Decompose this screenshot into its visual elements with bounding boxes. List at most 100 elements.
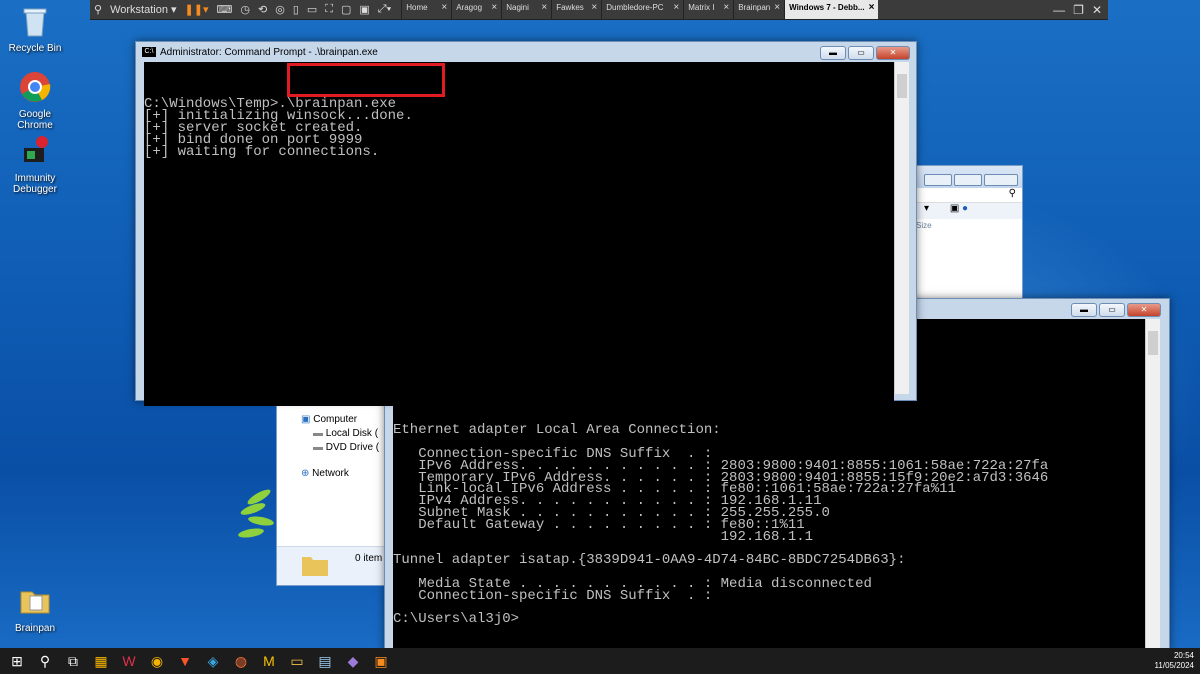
close-button[interactable]: ✕ bbox=[1127, 303, 1161, 317]
nav-network[interactable]: ⊕ Network bbox=[301, 467, 387, 481]
console-line: Ethernet adapter Local Area Connection: bbox=[393, 422, 721, 439]
pin-icon[interactable]: ⚲ bbox=[90, 3, 106, 16]
close-icon[interactable]: × bbox=[673, 3, 679, 13]
close-icon[interactable]: × bbox=[774, 3, 780, 13]
console-line: C:\Users\al3j0> bbox=[393, 611, 520, 628]
revert-snapshot-icon[interactable]: ⟲ bbox=[254, 3, 271, 16]
close-button[interactable] bbox=[984, 174, 1018, 186]
console-line: [+] waiting for connections. bbox=[144, 144, 380, 160]
folder-icon bbox=[20, 591, 50, 614]
scrollbar-thumb[interactable] bbox=[1148, 331, 1158, 355]
console-line: 192.168.1.1 bbox=[393, 528, 814, 545]
minimize-button[interactable]: ▬ bbox=[820, 46, 846, 60]
nav-dvd-drive[interactable]: ▬ DVD Drive ( bbox=[301, 441, 387, 455]
fullscreen-icon[interactable]: ⛶ bbox=[321, 3, 337, 16]
close-button[interactable]: ✕ bbox=[876, 46, 910, 60]
snapshot-icon[interactable]: ◷ bbox=[236, 3, 254, 16]
scrollbar-thumb[interactable] bbox=[897, 74, 907, 98]
desktop-icon-google-chrome[interactable]: Google Chrome bbox=[4, 70, 66, 131]
stretch-icon[interactable]: ⤢▾ bbox=[374, 3, 395, 16]
desktop-icon-recycle-bin[interactable]: Recycle Bin bbox=[4, 4, 66, 54]
maximize-button[interactable]: ▭ bbox=[848, 46, 874, 60]
tab-home[interactable]: Home × bbox=[401, 0, 451, 19]
app-blue-icon[interactable]: ◈ bbox=[202, 650, 224, 672]
snapshot-manager-icon[interactable]: ◎ bbox=[271, 3, 289, 16]
wps-icon[interactable]: W bbox=[118, 650, 140, 672]
nav-computer[interactable]: ▣ Computer bbox=[301, 413, 387, 427]
search-icon[interactable]: ⚲ bbox=[34, 650, 56, 672]
pause-icon[interactable]: ❚❚▾ bbox=[181, 3, 213, 16]
file-explorer-icon[interactable]: ▭ bbox=[286, 650, 308, 672]
view-sidebar-icon[interactable]: ▯ bbox=[289, 3, 303, 16]
maximize-button[interactable] bbox=[954, 174, 982, 186]
nav-local-disk[interactable]: ▬ Local Disk ( bbox=[301, 427, 387, 441]
wallpaper-logo bbox=[236, 485, 276, 545]
explorer-command-bar: ▾ ▣ ● bbox=[906, 203, 1022, 219]
store-icon[interactable]: ▦ bbox=[90, 650, 112, 672]
desktop-icon-label: Brainpan bbox=[14, 623, 56, 634]
vm-toolbar: ⚲ Workstation ▾ ❚❚▾ ⌨ ◷ ⟲ ◎ ▯ ▭ ⛶ ▢ ▣ ⤢▾… bbox=[90, 0, 1108, 20]
dvd-icon: ▬ bbox=[313, 442, 323, 453]
tab-dumbledore-pc[interactable]: Dumbledore-PC × bbox=[601, 0, 683, 19]
preview-pane-icon[interactable]: ▣ bbox=[950, 203, 959, 214]
cmd1-lines: C:\Windows\Temp>.\brainpan.exe [+] initia… bbox=[144, 97, 894, 160]
desktop-icon-immunity-debugger[interactable]: Immunity Debugger bbox=[4, 134, 66, 195]
maximize-button[interactable]: ▭ bbox=[1099, 303, 1125, 317]
debugger-icon bbox=[24, 136, 48, 162]
cmd-window-brainpan: C:\ Administrator: Command Prompt - .\br… bbox=[135, 41, 917, 406]
tab-brainpan[interactable]: Brainpan × bbox=[733, 0, 784, 19]
send-keys-icon[interactable]: ⌨ bbox=[212, 3, 236, 16]
obsidian-icon[interactable]: ◆ bbox=[342, 650, 364, 672]
close-icon[interactable]: × bbox=[723, 3, 729, 13]
help-icon[interactable]: ● bbox=[962, 203, 968, 214]
folder-icon bbox=[302, 557, 328, 576]
network-icon: ⊕ bbox=[301, 468, 310, 479]
close-icon[interactable]: × bbox=[869, 3, 875, 13]
close-icon[interactable]: × bbox=[541, 3, 547, 13]
task-view-icon[interactable]: ⧉ bbox=[62, 650, 84, 672]
minimize-button[interactable]: ▬ bbox=[1071, 303, 1097, 317]
chrome-taskbar-icon[interactable]: ◉ bbox=[146, 650, 168, 672]
computer-icon: ▣ bbox=[301, 414, 311, 425]
m-app-icon[interactable]: M bbox=[258, 650, 280, 672]
unity-icon[interactable]: ▢ bbox=[337, 3, 355, 16]
cmd1-scrollbar[interactable] bbox=[894, 62, 909, 394]
item-count: 0 item bbox=[355, 553, 383, 564]
view-thumbnail-icon[interactable]: ▭ bbox=[303, 3, 321, 16]
brave-icon[interactable]: ▼ bbox=[174, 650, 196, 672]
search-icon[interactable]: ⚲ bbox=[906, 188, 1022, 203]
column-header-size[interactable]: Size bbox=[906, 219, 1022, 232]
tab-windows-7[interactable]: Windows 7 - Debb... × bbox=[784, 0, 879, 19]
clock-time: 20:54 bbox=[1173, 651, 1194, 660]
notepad-icon[interactable]: ▤ bbox=[314, 650, 336, 672]
close-icon[interactable]: × bbox=[441, 3, 447, 13]
cmd1-title-buttons: ▬ ▭ ✕ bbox=[820, 46, 910, 60]
tab-nagini[interactable]: Nagini × bbox=[501, 0, 551, 19]
recycle-bin-icon bbox=[23, 8, 47, 37]
tab-fawkes[interactable]: Fawkes × bbox=[551, 0, 601, 19]
clock[interactable]: 20:54 11/05/2024 bbox=[1155, 651, 1194, 671]
clock-date: 11/05/2024 bbox=[1154, 661, 1194, 670]
cmd1-output[interactable]: C:\Windows\Temp>.\brainpan.exe [+] initia… bbox=[144, 62, 894, 406]
workstation-menu[interactable]: Workstation ▾ bbox=[106, 3, 180, 16]
disk-icon: ▬ bbox=[313, 428, 323, 439]
desktop-icon-label: Immunity Debugger bbox=[13, 173, 57, 195]
desktop-icon-label: Google Chrome bbox=[17, 109, 53, 131]
close-icon[interactable]: × bbox=[491, 3, 497, 13]
close-icon[interactable]: ✕ bbox=[1092, 3, 1102, 17]
tab-aragog[interactable]: Aragog × bbox=[451, 0, 501, 19]
tab-matrix-i[interactable]: Matrix I × bbox=[683, 0, 733, 19]
minimize-button[interactable] bbox=[924, 174, 952, 186]
start-button[interactable]: ⊞ bbox=[6, 650, 28, 672]
minimize-icon[interactable]: — bbox=[1053, 3, 1065, 17]
console-line: Connection-specific DNS Suffix . : bbox=[393, 587, 713, 604]
explorer-window-left: ▣ Computer ▬ Local Disk ( ▬ DVD Drive ( … bbox=[276, 400, 388, 586]
console-icon[interactable]: ▣ bbox=[355, 3, 373, 16]
desktop-icon-brainpan[interactable]: Brainpan bbox=[4, 584, 66, 634]
window-controls: — ❐ ✕ bbox=[1053, 3, 1108, 17]
cmd2-scrollbar[interactable] bbox=[1145, 319, 1160, 651]
firefox-icon[interactable]: ◍ bbox=[230, 650, 252, 672]
vmware-icon[interactable]: ▣ bbox=[370, 650, 392, 672]
restore-icon[interactable]: ❐ bbox=[1073, 3, 1084, 17]
close-icon[interactable]: × bbox=[591, 3, 597, 13]
